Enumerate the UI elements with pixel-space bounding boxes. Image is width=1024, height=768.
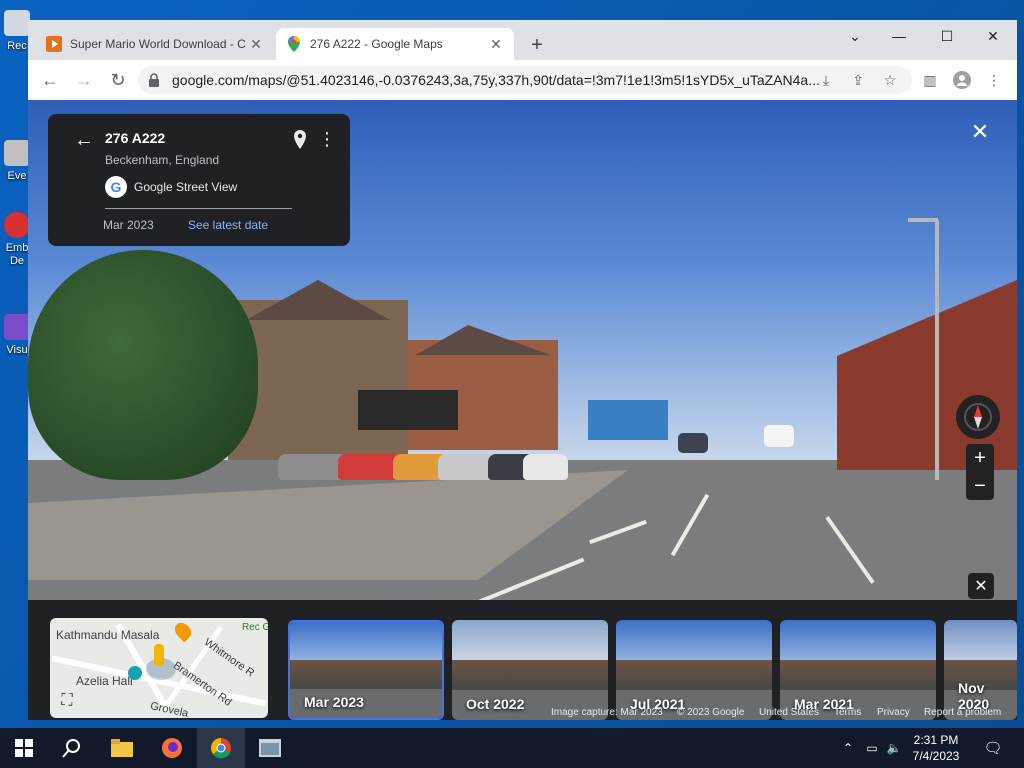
timeline-thumb-jul-2021[interactable]: Jul 2021 (616, 620, 772, 720)
image-capture-date: Image capture: Mar 2023 (551, 707, 663, 718)
place-locality: Beckenham, England (105, 153, 220, 167)
street-lamp (935, 220, 939, 480)
copyright: © 2023 Google (677, 707, 745, 718)
app-window-icon (259, 739, 281, 757)
reload-button[interactable]: ↻ (104, 66, 132, 94)
location-info-card: ← 276 A222 Beckenham, England ⋮ G Google… (48, 114, 350, 246)
recycle-bin-icon (4, 10, 30, 36)
windows-logo-icon (15, 739, 33, 757)
tab-title: 276 A222 - Google Maps (310, 37, 443, 51)
visual-studio-icon (4, 314, 30, 340)
app-icon (4, 212, 30, 238)
share-icon[interactable]: ⇪ (846, 68, 870, 92)
minimize-button[interactable]: — (876, 22, 922, 50)
toolbar: ← → ↻ google.com/maps/@51.4023146,-0.037… (28, 60, 1017, 100)
timeline-thumb-mar-2021[interactable]: Mar 2021 (780, 620, 936, 720)
capture-date: Mar 2023 (103, 218, 154, 232)
back-button[interactable]: ← (36, 66, 64, 94)
volume-muted-icon[interactable]: 🔈 (886, 740, 902, 756)
parked-cars (278, 430, 568, 480)
bookmark-star-icon[interactable]: ☆ (878, 68, 902, 92)
close-timeline-button[interactable]: ✕ (968, 573, 994, 599)
close-icon[interactable]: ✕ (248, 36, 264, 52)
new-tab-button[interactable]: + (526, 34, 548, 56)
tab-search-icon[interactable]: ⌄ (832, 22, 878, 50)
service-label: Google Street View (134, 180, 238, 194)
profile-avatar-icon[interactable] (950, 68, 974, 92)
close-street-view-button[interactable]: ✕ (968, 119, 992, 144)
map-label-whitmore-road: Whitmore R (201, 636, 257, 680)
app-button[interactable] (246, 728, 294, 768)
terms-link[interactable]: Terms (834, 707, 861, 718)
chrome-icon (211, 738, 231, 759)
pegman-icon[interactable] (154, 644, 164, 666)
file-explorer-button[interactable] (98, 728, 146, 768)
street-view-panorama[interactable]: ← 276 A222 Beckenham, England ⋮ G Google… (28, 100, 1017, 720)
region-link[interactable]: United States (759, 707, 819, 718)
google-logo-icon: G (105, 176, 127, 198)
shortcut-icon (4, 140, 30, 166)
map-label-azelia-hall: Azelia Hall (76, 674, 133, 688)
zoom-in-button[interactable]: + (966, 444, 994, 472)
compass-icon[interactable] (956, 395, 1000, 439)
chrome-button[interactable] (197, 728, 245, 768)
shop-building (588, 400, 668, 440)
venue-pin-icon[interactable] (128, 666, 142, 680)
more-options-icon[interactable]: ⋮ (318, 130, 336, 152)
tab-title: Super Mario World Download - C (70, 37, 246, 51)
mini-map[interactable]: Kathmandu Masala Azelia Hall Whitmore R … (50, 618, 268, 718)
clock-time: 2:31 PM (913, 733, 959, 747)
taskbar: ⌃ ▭ 🔈 2:31 PM 7/4/2023 🗨 (0, 728, 1024, 768)
side-panel-icon[interactable]: ▥ (918, 68, 942, 92)
restaurant-pin-icon[interactable] (171, 619, 195, 643)
search-icon (62, 739, 80, 758)
car (764, 425, 794, 447)
footer: Image capture: Mar 2023 © 2023 Google Un… (28, 706, 1017, 720)
map-label-kathmandu-masala: Kathmandu Masala (56, 628, 160, 642)
menu-kebab-icon[interactable]: ⋮ (982, 68, 1006, 92)
divider (105, 208, 292, 209)
map-pin-icon[interactable] (293, 130, 313, 152)
report-problem-link[interactable]: Report a problem (924, 707, 1001, 718)
firefox-icon (162, 738, 182, 758)
network-icon[interactable]: ▭ (864, 740, 880, 756)
folder-icon (111, 739, 133, 757)
timeline-thumb-nov-2020[interactable]: Nov 2020 (944, 620, 1017, 720)
url-text: google.com/maps/@51.4023146,-0.0376243,3… (172, 72, 820, 88)
start-button[interactable] (0, 728, 48, 768)
notifications-icon[interactable]: 🗨 (983, 740, 1002, 757)
tree (28, 250, 258, 480)
clock[interactable]: 2:31 PM 7/4/2023 (906, 732, 966, 764)
tray-chevron-icon[interactable]: ⌃ (840, 740, 856, 756)
place-title: 276 A222 (105, 130, 166, 146)
browser-window: Super Mario World Download - C ✕ 276 A22… (28, 20, 1017, 720)
maps-pin-icon (286, 36, 302, 52)
zoom-controls: + − (966, 444, 994, 500)
forward-button[interactable]: → (70, 66, 98, 94)
time-travel-filmstrip: Kathmandu Masala Azelia Hall Whitmore R … (28, 600, 1017, 720)
clock-date: 7/4/2023 (912, 749, 960, 763)
privacy-link[interactable]: Privacy (877, 707, 910, 718)
close-icon[interactable]: ✕ (488, 36, 504, 52)
close-window-button[interactable]: ✕ (970, 22, 1016, 50)
back-arrow-icon[interactable]: ← (72, 128, 96, 152)
install-icon[interactable]: ⤓ (814, 68, 838, 92)
address-bar[interactable]: google.com/maps/@51.4023146,-0.0376243,3… (138, 66, 912, 94)
tab-strip: Super Mario World Download - C ✕ 276 A22… (28, 20, 1017, 60)
street-lamp-arm (908, 218, 938, 222)
map-label-rec-ground: Rec Gro (242, 622, 268, 633)
firefox-button[interactable] (148, 728, 196, 768)
lock-icon (148, 73, 162, 87)
timeline-thumb-oct-2022[interactable]: Oct 2022 (452, 620, 608, 720)
play-icon (46, 36, 62, 52)
car (678, 433, 708, 453)
timeline-thumb-mar-2023[interactable]: Mar 2023 (288, 620, 444, 720)
zoom-out-button[interactable]: − (966, 472, 994, 500)
search-button[interactable] (48, 728, 96, 768)
see-latest-date-link[interactable]: See latest date (188, 218, 268, 232)
tab-super-mario[interactable]: Super Mario World Download - C ✕ (36, 28, 274, 60)
shopfront (358, 390, 458, 430)
maximize-button[interactable]: ☐ (924, 22, 970, 50)
tab-google-maps[interactable]: 276 A222 - Google Maps ✕ (276, 28, 514, 60)
